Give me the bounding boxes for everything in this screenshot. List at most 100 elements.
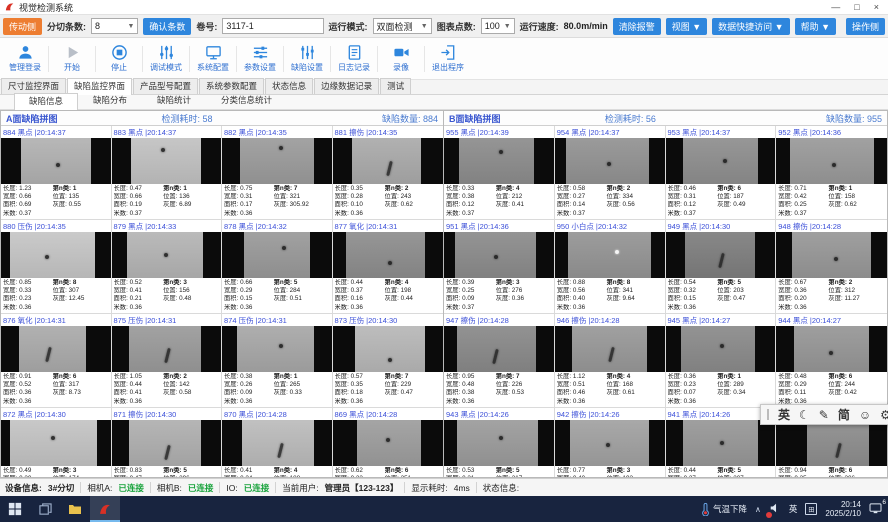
defect-cell[interactable]: 869 黑点 |20:14:28长度: 0.62第n类: 6宽度: 0.33位置… xyxy=(333,408,444,477)
volume-icon[interactable] xyxy=(769,502,781,516)
defect-info-field: 第n类: 5 xyxy=(274,279,330,287)
defect-cell[interactable]: 873 压伤 |20:14:30长度: 0.57第n类: 7宽度: 0.35位置… xyxy=(333,314,444,408)
ime-lang-simplified[interactable]: 简 xyxy=(838,405,850,425)
moon-icon[interactable]: ☾ xyxy=(799,405,810,425)
taskbar-clock[interactable]: 20:14 2025/2/10 xyxy=(825,500,861,518)
confirm-count-button[interactable]: 确认条数 xyxy=(143,18,191,35)
defect-cell-info: 长度: 0.44第n类: 5宽度: 0.27位置: 307面积: 0.10灰度:… xyxy=(666,466,776,477)
defect-cell[interactable]: 883 黑点 |20:14:37长度: 0.47第n类: 1宽度: 0.66位置… xyxy=(112,126,223,220)
toolbar-button-log[interactable]: 日志记录 xyxy=(331,42,377,75)
defect-cell[interactable]: 877 氧化 |20:14:31长度: 0.44第n类: 4宽度: 0.37位置… xyxy=(333,220,444,314)
subtab-分类信息统计[interactable]: 分类信息统计 xyxy=(206,92,287,109)
defect-cell[interactable]: 953 黑点 |20:14:37长度: 0.46第n类: 6宽度: 0.31位置… xyxy=(666,126,777,220)
toolbar-button-camera[interactable]: 录像 xyxy=(378,42,424,75)
defect-cell[interactable]: 870 黑点 |20:14:28长度: 0.41第n类: 4宽度: 0.24位置… xyxy=(222,408,333,477)
defect-cell[interactable]: 947 擦伤 |20:14:28长度: 0.95第n类: 7宽度: 0.48位置… xyxy=(444,314,555,408)
defect-cell[interactable]: 954 黑点 |20:14:37长度: 0.58第n类: 2宽度: 0.27位置… xyxy=(555,126,666,220)
defect-cell[interactable]: 955 黑点 |20:14:39长度: 0.33第n类: 4宽度: 0.38位置… xyxy=(444,126,555,220)
defect-info-field: 宽度: 0.29 xyxy=(778,381,828,389)
slit-count-select[interactable]: 8▼ xyxy=(91,18,138,34)
defect-cell-header: 882 黑点 |20:14:35 xyxy=(222,126,332,138)
toolbar-button-exit[interactable]: 退出程序 xyxy=(425,42,471,75)
toolbar-button-person[interactable]: 管理登录 xyxy=(2,42,48,75)
defect-info-field: 米数: 0.37 xyxy=(557,210,607,218)
defect-image xyxy=(555,326,665,372)
smiley-icon[interactable]: ☺ xyxy=(859,405,871,425)
io-status: 已连接 xyxy=(244,482,270,494)
maximize-button[interactable]: □ xyxy=(854,0,859,14)
defect-info-field: 位置: 296 xyxy=(163,475,219,477)
status-bar: 设备信息: 3#分切 相机A: 已连接 相机B: 已连接 IO: 已连接 当前用… xyxy=(0,478,888,496)
defect-cell[interactable]: 876 氧化 |20:14:31长度: 0.91第n类: 6宽度: 0.52位置… xyxy=(1,314,112,408)
toolbar-button-label: 录像 xyxy=(393,62,409,73)
defect-cell[interactable]: 944 黑点 |20:14:27长度: 0.48第n类: 6宽度: 0.29位置… xyxy=(776,314,887,408)
toolbar-button-play[interactable]: 开始 xyxy=(49,42,95,75)
defect-cell[interactable]: 945 黑点 |20:14:27长度: 0.36第n类: 1宽度: 0.23位置… xyxy=(666,314,777,408)
defect-cell[interactable]: 874 压伤 |20:14:31长度: 0.38第n类: 1宽度: 0.26位置… xyxy=(222,314,333,408)
weather-widget[interactable]: 气温下降 xyxy=(701,503,747,516)
subtab-缺陷信息[interactable]: 缺陷信息 xyxy=(14,93,78,110)
defect-cell[interactable]: 943 黑点 |20:14:26长度: 0.53第n类: 5宽度: 0.31位置… xyxy=(444,408,555,477)
clear-alarm-button[interactable]: 清除报警 xyxy=(613,18,661,35)
subtab-缺陷统计[interactable]: 缺陷统计 xyxy=(142,92,206,109)
minimize-button[interactable]: — xyxy=(831,0,840,14)
notification-tray-icon[interactable]: 6 xyxy=(869,503,882,516)
toolbar-button-stop[interactable]: 停止 xyxy=(96,42,142,75)
defect-cell[interactable]: 881 擦伤 |20:14:35长度: 0.35第n类: 2宽度: 0.28位置… xyxy=(333,126,444,220)
view-menu-button[interactable]: 视图 ▼ xyxy=(666,18,707,35)
defect-cell[interactable]: 882 黑点 |20:14:35长度: 0.75第n类: 7宽度: 0.31位置… xyxy=(222,126,333,220)
ime-lang-english[interactable]: 英 xyxy=(778,405,790,425)
ime-grip-handle[interactable] xyxy=(767,409,769,420)
defect-image xyxy=(1,232,111,278)
defect-cell[interactable]: 942 擦伤 |20:14:26长度: 0.77第n类: 3宽度: 0.40位置… xyxy=(555,408,666,477)
tab-测试[interactable]: 测试 xyxy=(380,78,411,94)
toolbar-button-monitor[interactable]: 系统配置 xyxy=(190,42,236,75)
defect-info-field: 长度: 0.54 xyxy=(668,279,718,287)
defect-info-field: 长度: 0.52 xyxy=(114,279,164,287)
chart-points-select[interactable]: 100▼ xyxy=(481,18,515,34)
taskbar-app-icon-inspection[interactable] xyxy=(90,496,120,522)
file-explorer-icon[interactable] xyxy=(60,496,90,522)
close-button[interactable]: × xyxy=(874,0,879,14)
defect-cell-header: 880 压伤 |20:14:35 xyxy=(1,220,111,232)
start-button[interactable] xyxy=(0,496,30,522)
defect-cell[interactable]: 878 黑点 |20:14:32长度: 0.66第n类: 5宽度: 0.29位置… xyxy=(222,220,333,314)
defect-cell[interactable]: 946 擦伤 |20:14:28长度: 1.12第n类: 4宽度: 0.51位置… xyxy=(555,314,666,408)
defect-cell[interactable]: 871 擦伤 |20:14:30长度: 0.83第n类: 5宽度: 0.47位置… xyxy=(112,408,223,477)
tab-尺寸监控界面[interactable]: 尺寸监控界面 xyxy=(1,78,66,94)
defect-cell[interactable]: 951 黑点 |20:14:36长度: 0.39第n类: 3宽度: 0.25位置… xyxy=(444,220,555,314)
defect-info-field: 长度: 1.05 xyxy=(114,373,164,381)
defect-cell[interactable]: 872 黑点 |20:14:30长度: 0.49第n类: 3宽度: 0.30位置… xyxy=(1,408,112,477)
ime-language-indicator[interactable]: 英 xyxy=(789,503,798,515)
defect-info-field: 长度: 0.47 xyxy=(114,185,164,193)
defect-cell[interactable]: 879 黑点 |20:14:33长度: 0.52第n类: 3宽度: 0.41位置… xyxy=(112,220,223,314)
defect-image xyxy=(666,138,776,184)
toolbar-button-equalizer[interactable]: 缺陷设置 xyxy=(284,42,330,75)
toolbar-button-sliders[interactable]: 参数设置 xyxy=(237,42,283,75)
defect-cell[interactable]: 950 小白点 |20:14:32长度: 0.88第n类: 8宽度: 0.56位… xyxy=(555,220,666,314)
defect-info-field: 位置: 226 xyxy=(496,381,552,389)
brush-icon[interactable]: ✎ xyxy=(819,405,829,425)
defect-mark xyxy=(832,163,836,167)
defect-cell[interactable]: 875 压伤 |20:14:31长度: 1.05第n类: 2宽度: 0.44位置… xyxy=(112,314,223,408)
ime-mode-icon[interactable]: 田 xyxy=(805,503,817,515)
defect-cell[interactable]: 884 黑点 |20:14:37长度: 1.23第n类: 1宽度: 0.66位置… xyxy=(1,126,112,220)
roll-number-input[interactable]: 3117-1 xyxy=(222,18,323,34)
image-black-band-right xyxy=(869,420,887,466)
help-menu-button[interactable]: 帮助 ▼ xyxy=(795,18,836,35)
data-quick-access-menu-button[interactable]: 数据快捷访问 ▼ xyxy=(712,18,789,35)
defect-cell-info: 长度: 0.44第n类: 4宽度: 0.37位置: 198面积: 0.16灰度:… xyxy=(333,278,444,313)
defect-cell[interactable]: 949 黑点 |20:14:30长度: 0.54第n类: 5宽度: 0.32位置… xyxy=(666,220,777,314)
operator-side-button[interactable]: 操作侧 xyxy=(846,18,885,35)
gear-icon[interactable]: ⚙ xyxy=(880,405,888,425)
task-view-icon[interactable] xyxy=(30,496,60,522)
defect-cell[interactable]: 948 擦伤 |20:14:28长度: 0.67第n类: 2宽度: 0.36位置… xyxy=(776,220,887,314)
defect-cell[interactable]: 880 压伤 |20:14:35长度: 0.85第n类: 8宽度: 0.33位置… xyxy=(1,220,112,314)
drive-side-button[interactable]: 传动侧 xyxy=(3,18,42,35)
toolbar-button-tune[interactable]: 调试模式 xyxy=(143,42,189,75)
run-mode-select[interactable]: 双面检测▼ xyxy=(373,18,432,34)
tab-边缘数据记录[interactable]: 边缘数据记录 xyxy=(314,78,379,94)
hidden-icons-chevron[interactable]: ∧ xyxy=(755,505,761,514)
defect-cell-header: 952 黑点 |20:14:36 xyxy=(776,126,887,138)
defect-cell[interactable]: 952 黑点 |20:14:36长度: 0.71第n类: 1宽度: 0.42位置… xyxy=(776,126,887,220)
